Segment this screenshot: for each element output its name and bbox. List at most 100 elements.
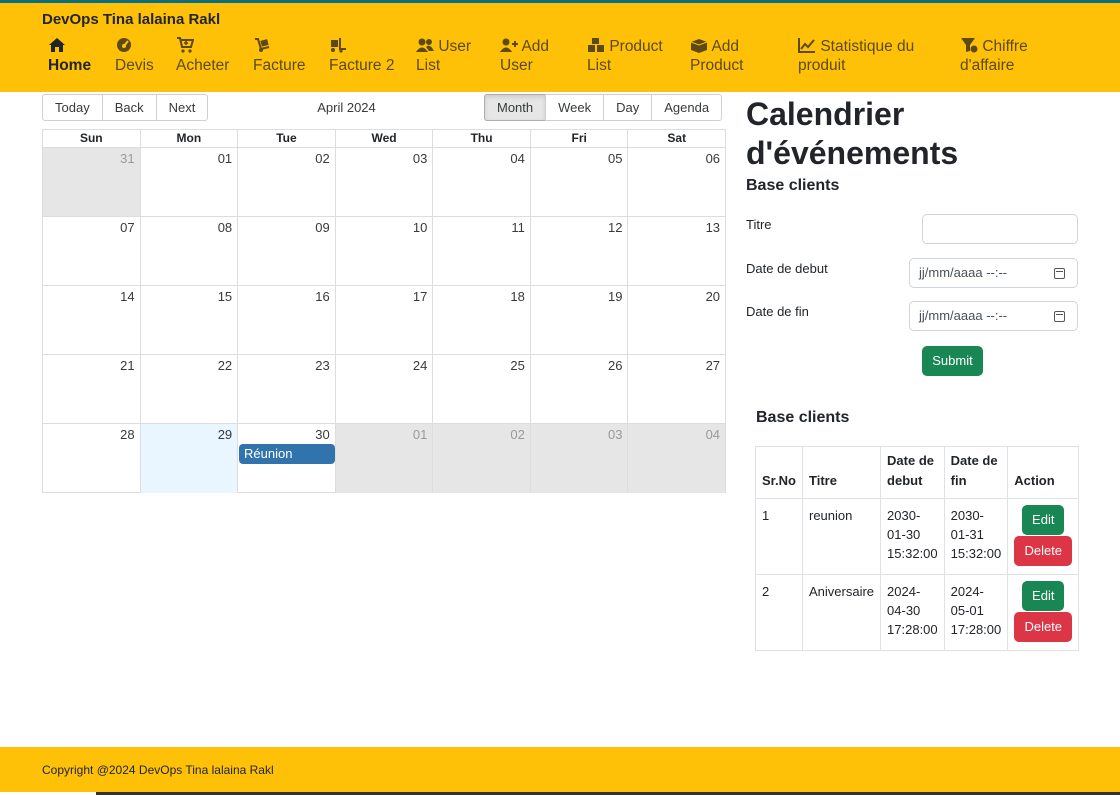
nav-home[interactable]: Home	[48, 37, 91, 75]
col-srno: Sr.No	[755, 446, 803, 499]
page-title-line1: Calendrier	[746, 96, 905, 132]
nav-add-user[interactable]: Add User	[500, 37, 549, 75]
nav-home-label: Home	[48, 57, 92, 74]
nav-chiffre-affaire[interactable]: Chiffre d'affaire	[960, 37, 1028, 75]
calendar-week-row: 07 08 09 10 11 12 13	[43, 217, 725, 286]
date-part: 2024-	[950, 584, 984, 599]
date-part: 05-01	[950, 603, 984, 618]
cell-date-debut: 2030- 01-30 15:32:00	[880, 498, 945, 575]
delete-button[interactable]: Delete	[1014, 612, 1073, 642]
nav-statistique[interactable]: Statistique du produit	[798, 37, 914, 75]
edit-button[interactable]: Edit	[1022, 505, 1065, 535]
day-cell[interactable]: 02	[237, 148, 335, 216]
nav-add-user-label1: Add	[521, 38, 550, 55]
day-cell[interactable]: 16	[237, 286, 335, 354]
col-date-debut-l2: debut	[887, 473, 923, 488]
calendar-week-row: 21 22 23 24 25 26 27	[43, 355, 725, 424]
day-cell[interactable]: 04	[627, 424, 726, 493]
calendar-event[interactable]: Réunion	[239, 444, 335, 464]
calendar-icon[interactable]	[1054, 268, 1065, 279]
day-cell[interactable]: 24	[334, 355, 433, 423]
day-cell[interactable]: 01	[139, 148, 238, 216]
date-debut-input[interactable]: jj/mm/aaaa --:--	[909, 258, 1078, 288]
day-cell-today[interactable]: 29	[139, 424, 238, 493]
nav-user-list[interactable]: User List	[416, 37, 471, 75]
calendar-week-row: 14 15 16 17 18 19 20	[43, 286, 725, 355]
day-cell[interactable]: 28	[43, 424, 140, 493]
month-calendar: Sun Mon Tue Wed Thu Fri Sat 31 01 02 03 …	[42, 129, 726, 493]
cell-action: Edit Delete	[1007, 498, 1080, 575]
calendar-week-row: 31 01 02 03 04 05 06	[43, 148, 725, 217]
day-cell[interactable]: 13	[627, 217, 725, 285]
day-cell[interactable]: 21	[43, 355, 140, 423]
date-fin-input[interactable]: jj/mm/aaaa --:--	[909, 301, 1078, 331]
day-cell[interactable]: 11	[432, 217, 530, 285]
titre-label: Titre	[746, 217, 772, 232]
day-cell[interactable]: 20	[627, 286, 725, 354]
col-titre: Titre	[801, 446, 882, 499]
day-cell[interactable]: 17	[334, 286, 433, 354]
day-cell[interactable]: 02	[432, 424, 530, 493]
day-cell[interactable]: 08	[139, 217, 238, 285]
day-cell[interactable]: 18	[432, 286, 530, 354]
nav-facture-2[interactable]: Facture 2	[329, 37, 394, 75]
nav-devis[interactable]: Devis	[115, 37, 154, 75]
day-cell[interactable]: 19	[529, 286, 628, 354]
navbar: DevOps Tina lalaina Rakl Home Devis Ache…	[0, 3, 1120, 92]
cart-icon	[176, 37, 194, 53]
calendar-period-label: April 2024	[317, 100, 376, 115]
day-cell[interactable]: 23	[237, 355, 335, 423]
nav-facture-2-label: Facture 2	[329, 57, 395, 74]
day-cell[interactable]: 05	[529, 148, 628, 216]
chart-line-icon	[798, 37, 816, 53]
day-cell[interactable]: 06	[627, 148, 725, 216]
col-date-fin-l1: Date de	[950, 453, 998, 468]
page-title: Calendrier d'événements	[746, 95, 958, 173]
day-cell[interactable]: 27	[627, 355, 725, 423]
weekday-label: Sat	[627, 130, 725, 147]
table-row: 1 reunion 2030- 01-30 15:32:00 2030- 01-…	[755, 498, 1080, 575]
back-button[interactable]: Back	[101, 94, 157, 121]
edit-button[interactable]: Edit	[1022, 581, 1065, 611]
col-date-debut: Date de debut	[880, 446, 945, 499]
col-date-fin: Date de fin	[943, 446, 1009, 499]
day-cell[interactable]: 22	[139, 355, 238, 423]
day-cell[interactable]: 01	[334, 424, 433, 493]
date-part: 2024-	[887, 584, 921, 599]
submit-button[interactable]: Submit	[922, 346, 983, 376]
day-cell[interactable]: 10	[334, 217, 433, 285]
day-cell[interactable]: 14	[43, 286, 140, 354]
date-part: 01-30	[887, 527, 921, 542]
agenda-view-button[interactable]: Agenda	[651, 94, 723, 121]
day-cell[interactable]: 09	[237, 217, 335, 285]
date-part: 15:32:00	[950, 546, 1002, 561]
date-debut-placeholder: jj/mm/aaaa --:--	[919, 265, 1008, 280]
weekday-label: Fri	[529, 130, 628, 147]
cell-titre: reunion	[801, 498, 882, 575]
nav-product-list[interactable]: Product List	[587, 37, 663, 75]
day-cell[interactable]: 07	[43, 217, 140, 285]
nav-add-product[interactable]: Add Product	[690, 37, 743, 75]
calendar-icon[interactable]	[1054, 311, 1065, 322]
gauge-icon	[115, 37, 133, 53]
day-cell[interactable]: 03	[529, 424, 628, 493]
cell-srno: 1	[755, 498, 803, 575]
delete-button[interactable]: Delete	[1014, 536, 1073, 566]
day-cell[interactable]: 15	[139, 286, 238, 354]
funnel-dollar-icon	[960, 37, 978, 53]
month-view-button[interactable]: Month	[484, 94, 547, 121]
titre-input[interactable]	[922, 214, 1078, 244]
week-view-button[interactable]: Week	[545, 94, 605, 121]
day-cell[interactable]: 04	[432, 148, 530, 216]
day-view-button[interactable]: Day	[603, 94, 653, 121]
day-cell[interactable]: 31	[43, 148, 140, 216]
next-button[interactable]: Next	[155, 94, 209, 121]
nav-facture[interactable]: Facture	[253, 37, 306, 75]
day-cell[interactable]: 25	[432, 355, 530, 423]
day-cell[interactable]: 03	[334, 148, 433, 216]
today-button[interactable]: Today	[42, 94, 103, 121]
day-cell[interactable]: 12	[529, 217, 628, 285]
day-cell[interactable]: 26	[529, 355, 628, 423]
nav-acheter[interactable]: Acheter	[176, 37, 229, 75]
brand-title[interactable]: DevOps Tina lalaina Rakl	[42, 11, 220, 28]
